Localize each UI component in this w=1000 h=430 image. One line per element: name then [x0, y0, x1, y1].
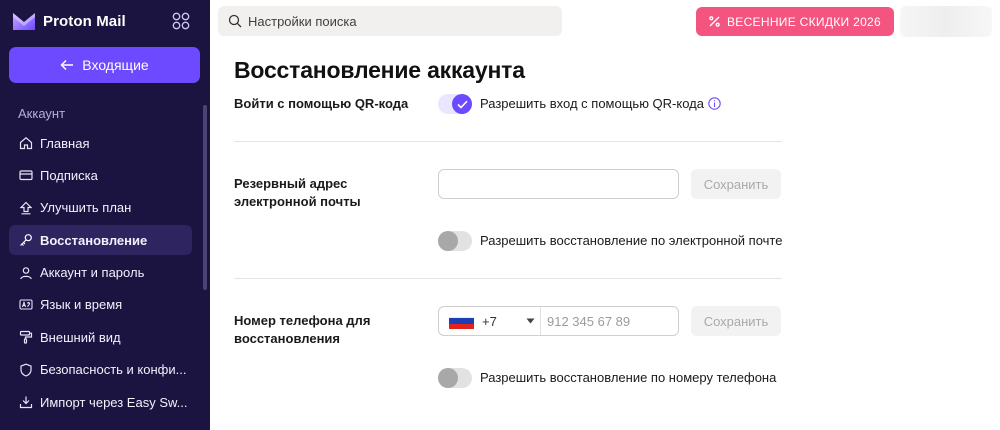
sidebar-item-subscription[interactable]: Подписка: [9, 160, 192, 190]
key-icon: [20, 234, 32, 247]
sidebar-item-appearance[interactable]: Внешний вид: [9, 322, 192, 352]
check-icon: [456, 100, 468, 109]
qr-login-toggle-label: Разрешить вход с помощью QR-кода: [480, 96, 704, 111]
sidebar-nav: Главная Подписка Улучшить план Восстанов…: [9, 128, 192, 420]
sidebar-scrollbar[interactable]: [203, 105, 207, 290]
upgrade-icon: [19, 201, 33, 215]
sidebar-item-home[interactable]: Главная: [9, 128, 192, 158]
country-code: +7: [482, 313, 497, 329]
user-icon: [20, 266, 32, 279]
recovery-phone-label: Номер телефона для восстановления: [234, 313, 371, 346]
search-input[interactable]: [248, 13, 548, 29]
sidebar-item-label: Внешний вид: [40, 329, 121, 345]
info-icon[interactable]: [708, 97, 721, 110]
toggle-knob: [438, 368, 458, 388]
email-recovery-toggle-text: Разрешить восстановление по электронной …: [480, 233, 783, 248]
card-icon: [19, 170, 33, 181]
brand-name: Proton Mail: [43, 12, 126, 30]
sidebar-item-label: Безопасность и конфи...: [40, 362, 187, 378]
sidebar-item-security-privacy[interactable]: Безопасность и конфи...: [9, 355, 192, 385]
sidebar-item-label: Импорт через Easy Sw...: [40, 394, 188, 410]
sidebar-item-label: Восстановление: [40, 232, 148, 248]
qr-login-toggle[interactable]: [438, 94, 472, 114]
sidebar: Proton Mail Входящие Аккаунт Главная Под…: [0, 0, 210, 430]
topbar: ВЕСЕННИЕ СКИДКИ 2026: [210, 0, 1000, 47]
back-button-label: Входящие: [82, 57, 149, 73]
arrow-left-icon: [60, 59, 74, 71]
apps-grid-icon[interactable]: [172, 12, 190, 30]
recovery-email-label: Резервный адрес электронной почты: [234, 176, 361, 209]
promo-label: ВЕСЕННИЕ СКИДКИ 2026: [726, 14, 882, 29]
qr-login-toggle-text: Разрешить вход с помощью QR-кода: [480, 96, 721, 111]
user-menu-button[interactable]: [900, 6, 992, 37]
recovery-email-field[interactable]: [438, 169, 679, 199]
sidebar-item-upgrade[interactable]: Улучшить план: [9, 193, 192, 223]
save-email-button[interactable]: Сохранить: [691, 169, 781, 199]
search-box[interactable]: [218, 6, 562, 36]
recovery-phone-field[interactable]: +7: [438, 306, 679, 336]
main-content: Восстановление аккаунта Войти с помощью …: [210, 47, 1000, 430]
percent-icon: [709, 16, 720, 27]
sidebar-item-label: Главная: [40, 135, 90, 151]
divider: [234, 141, 782, 142]
save-phone-button[interactable]: Сохранить: [691, 306, 781, 336]
language-icon: [19, 299, 33, 310]
sidebar-item-language-time[interactable]: Язык и время: [9, 290, 192, 320]
shield-icon: [20, 363, 32, 377]
email-recovery-toggle[interactable]: [438, 231, 472, 251]
phone-recovery-toggle[interactable]: [438, 368, 472, 388]
sidebar-item-label: Улучшить план: [40, 200, 132, 216]
country-code-select[interactable]: +7: [439, 307, 541, 335]
sidebar-item-recovery[interactable]: Восстановление: [9, 225, 192, 256]
search-icon: [228, 14, 242, 28]
sidebar-item-label: Аккаунт и пароль: [40, 265, 145, 281]
russia-flag-icon: [449, 312, 474, 330]
home-icon: [19, 137, 33, 150]
sidebar-item-label: Подписка: [40, 167, 98, 183]
sidebar-section-label: Аккаунт: [18, 106, 66, 121]
toggle-knob: [452, 94, 472, 114]
sidebar-item-account-password[interactable]: Аккаунт и пароль: [9, 258, 192, 288]
import-icon: [19, 396, 33, 409]
phone-number-input[interactable]: [541, 313, 671, 329]
toggle-knob: [438, 231, 458, 251]
back-to-inbox-button[interactable]: Входящие: [9, 47, 200, 83]
proton-mail-logo-icon: [13, 13, 35, 30]
brand[interactable]: Proton Mail: [12, 10, 126, 32]
chevron-down-icon: [526, 318, 535, 324]
divider: [234, 278, 782, 279]
qr-login-label: Войти с помощью QR-кода: [234, 96, 409, 111]
sidebar-item-import[interactable]: Импорт через Easy Sw...: [9, 387, 192, 417]
sidebar-item-label: Язык и время: [40, 297, 123, 313]
phone-recovery-toggle-text: Разрешить восстановление по номеру телеф…: [480, 370, 777, 385]
promo-button[interactable]: ВЕСЕННИЕ СКИДКИ 2026: [696, 7, 894, 36]
recovery-email-input[interactable]: [439, 170, 678, 198]
page-title: Восстановление аккаунта: [234, 57, 525, 83]
paint-roller-icon: [19, 331, 33, 344]
